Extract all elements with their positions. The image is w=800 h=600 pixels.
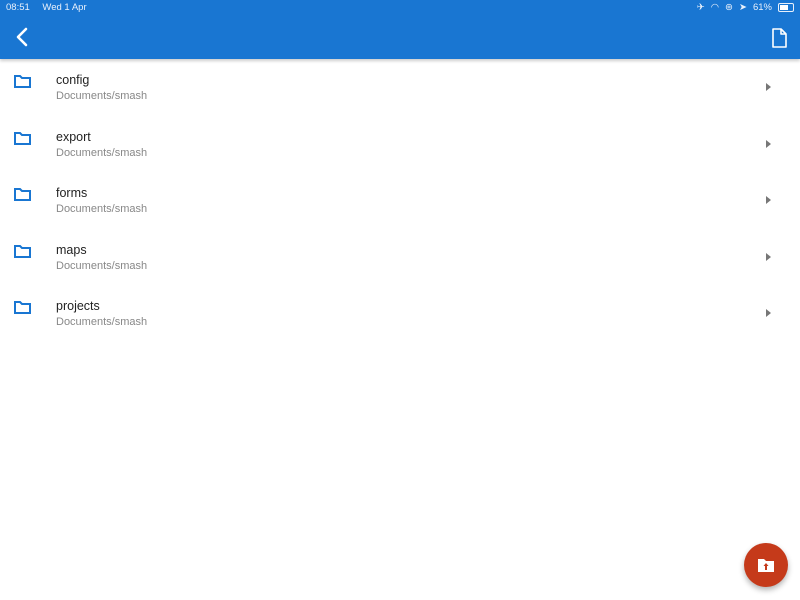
folder-item-forms[interactable]: forms Documents/smash: [0, 173, 800, 230]
status-bar-left: 08:51 Wed 1 Apr: [6, 2, 97, 13]
folder-upload-icon: [758, 559, 774, 572]
folder-item-export[interactable]: export Documents/smash: [0, 117, 800, 174]
wifi-icon: ◠: [710, 2, 720, 13]
folder-icon: [14, 131, 31, 145]
back-button[interactable]: [12, 26, 34, 48]
folder-path: Documents/smash: [56, 146, 148, 159]
folder-path: Documents/smash: [56, 90, 148, 102]
battery-percent: 61%: [752, 2, 772, 13]
folder-name: forms: [56, 186, 88, 200]
folder-icon: [14, 244, 31, 258]
folder-list: config Documents/smash export Documents/…: [0, 60, 800, 343]
chevron-right-icon: [766, 252, 771, 261]
status-bar-right: ✈ ◠ ⊛ ➤ 61%: [697, 2, 794, 13]
chevron-right-icon: [766, 83, 771, 91]
folder-name: projects: [56, 299, 100, 313]
new-file-button[interactable]: [770, 28, 788, 48]
chevron-right-icon: [766, 196, 771, 204]
chevron-left-icon: [16, 27, 28, 47]
airplane-icon: ✈: [696, 2, 705, 13]
status-time: 08:51: [6, 2, 30, 13]
folder-item-config[interactable]: config Documents/smash: [0, 60, 800, 117]
status-date: Wed 1 Apr: [42, 2, 87, 13]
folder-name: config: [56, 73, 90, 87]
battery-icon: [778, 3, 794, 12]
folder-name: export: [56, 129, 91, 144]
upload-folder-fab[interactable]: [744, 543, 788, 587]
orientation-lock-icon: ⊛: [725, 2, 734, 13]
new-file-icon: [772, 28, 787, 48]
folder-path: Documents/smash: [56, 259, 148, 272]
chevron-right-icon: [766, 139, 771, 148]
folder-icon: [14, 301, 31, 314]
folder-item-maps[interactable]: maps Documents/smash: [0, 230, 800, 287]
folder-name: maps: [56, 242, 87, 257]
folder-path: Documents/smash: [56, 203, 148, 215]
folder-path: Documents/smash: [56, 316, 148, 328]
location-icon: ➤: [739, 2, 747, 13]
chevron-right-icon: [766, 309, 771, 317]
folder-item-projects[interactable]: projects Documents/smash: [0, 286, 800, 343]
app-bar: 08:51 Wed 1 Apr ✈ ◠ ⊛ ➤ 61%: [0, 0, 800, 59]
folder-icon: [14, 75, 31, 88]
folder-icon: [14, 188, 31, 201]
